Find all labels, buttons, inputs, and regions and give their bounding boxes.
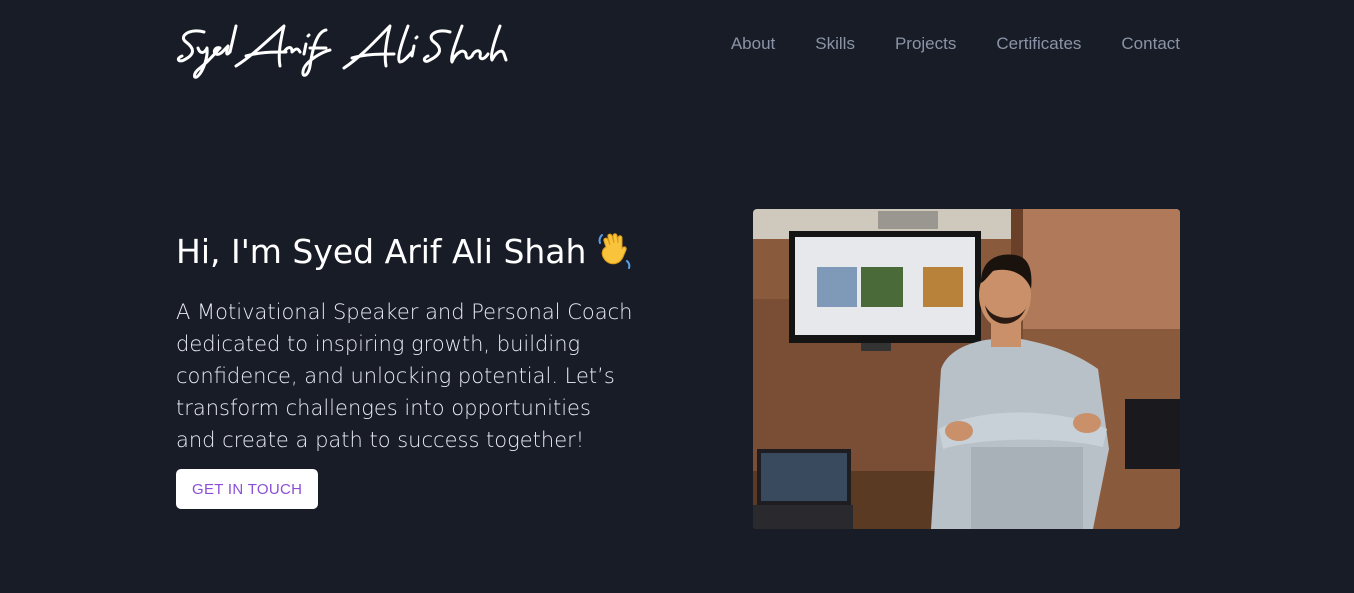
signature-logo[interactable] — [176, 22, 511, 82]
hero-heading: Hi, I'm Syed Arif Ali Shah — [176, 226, 646, 284]
nav-link-about[interactable]: About — [731, 34, 775, 54]
nav-link-contact[interactable]: Contact — [1121, 34, 1180, 54]
waving-hand-icon — [596, 231, 634, 284]
get-in-touch-button[interactable]: GET IN TOUCH — [176, 469, 319, 509]
site-header: About Skills Projects Certificates Conta… — [0, 0, 1354, 92]
nav-link-certificates[interactable]: Certificates — [996, 34, 1081, 54]
profile-photo — [753, 209, 1180, 529]
nav-link-skills[interactable]: Skills — [815, 34, 855, 54]
hero-description: A Motivational Speaker and Personal Coac… — [176, 300, 633, 452]
nav-link-projects[interactable]: Projects — [895, 34, 956, 54]
main-nav: About Skills Projects Certificates Conta… — [731, 34, 1180, 54]
hero-intro: Hi, I'm Syed Arif Ali Shah A Motivationa… — [176, 226, 646, 456]
hero-title-text: Hi, I'm Syed Arif Ali Shah — [176, 232, 587, 271]
signature-logo-graphic — [176, 24, 508, 79]
